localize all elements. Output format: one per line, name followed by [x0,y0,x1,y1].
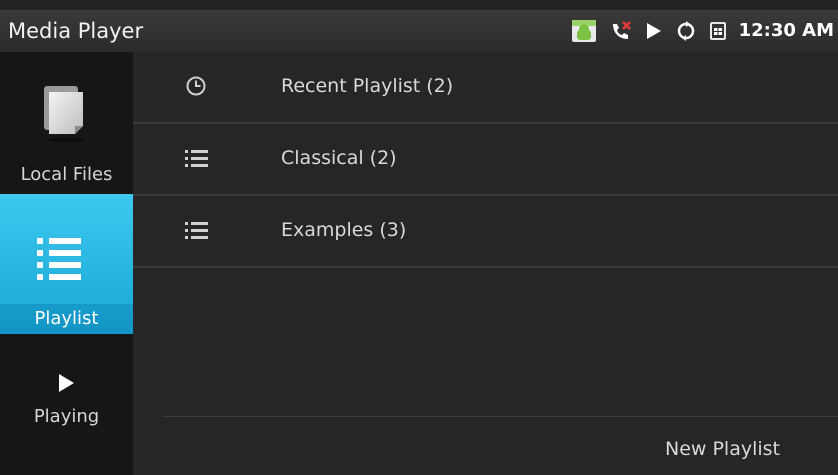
sidebar-item-label: Local Files [20,164,113,185]
sidebar-nav: Local Files Playlist Playing [0,52,133,475]
status-icons: 12:30 AM [559,17,834,45]
missed-call-icon [609,19,633,43]
playlist-list: Recent Playlist (2) Classical (2) Exampl… [133,52,838,475]
sidebar-item-label: Playlist [34,308,99,329]
files-icon [40,84,88,147]
list-item-classical[interactable]: Classical (2) [133,124,838,196]
list-item-label: Recent Playlist (2) [281,75,454,97]
sim-card-icon [709,21,727,41]
list-item-label: Examples (3) [281,219,407,241]
android-notification-icon[interactable] [571,18,597,44]
sidebar-item-playing[interactable]: Playing [0,336,133,475]
app-title: Media Player [8,19,144,43]
media-player-screen: Media Player 12:30 AM Local Files Playli… [0,0,838,475]
sidebar-item-local-files[interactable]: Local Files [0,52,133,192]
status-bar: Media Player 12:30 AM [0,10,838,52]
play-status-icon [645,21,663,41]
list-item-recent-playlist[interactable]: Recent Playlist (2) [133,52,838,124]
sidebar-item-playlist[interactable]: Playlist [0,194,133,334]
clock-icon [185,75,207,97]
list-icon [185,147,208,169]
list-item-examples[interactable]: Examples (3) [133,196,838,268]
playlist-icon [37,238,93,285]
list-icon [185,219,208,241]
status-clock: 12:30 AM [738,20,834,41]
list-item-label: Classical (2) [281,147,397,169]
play-icon [56,372,76,399]
new-playlist-button[interactable]: New Playlist [665,438,780,460]
sidebar-item-label: Playing [33,406,100,427]
footer-divider [163,416,838,417]
sync-icon [675,20,697,42]
